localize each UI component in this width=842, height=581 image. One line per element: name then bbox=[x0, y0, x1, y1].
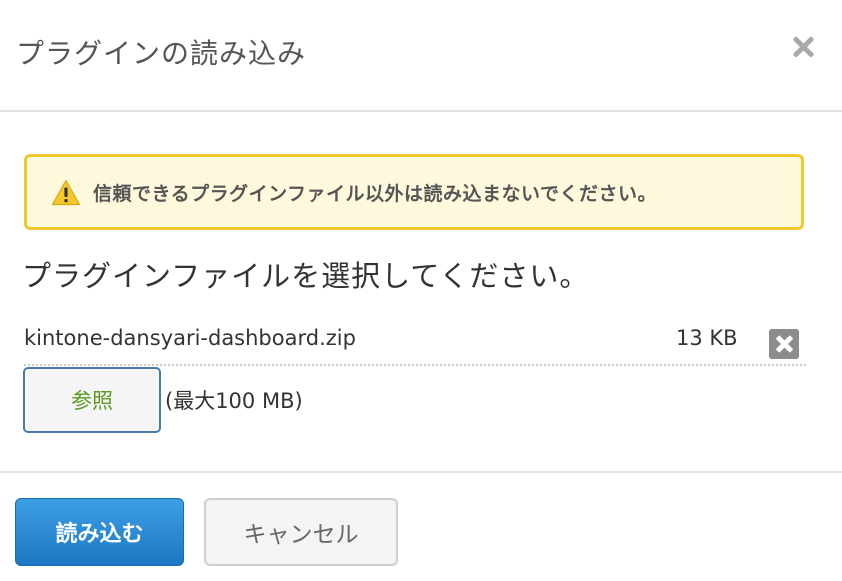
dialog-header: プラグインの読み込み bbox=[0, 0, 842, 112]
uploaded-file-row: kintone-dansyari-dashboard.zip 13 KB bbox=[24, 318, 806, 366]
plugin-import-dialog: プラグインの読み込み 信頼できるプラグインファイル以外は読み込まないでください。… bbox=[0, 0, 842, 581]
warning-banner: 信頼できるプラグインファイル以外は読み込まないでください。 bbox=[24, 154, 804, 230]
warning-triangle-icon bbox=[51, 179, 81, 205]
footer-divider bbox=[0, 471, 842, 473]
select-file-label: プラグインファイルを選択してください。 bbox=[22, 259, 590, 293]
max-size-label: (最大100 MB) bbox=[165, 389, 303, 413]
cancel-button[interactable]: キャンセル bbox=[204, 498, 398, 566]
close-icon[interactable] bbox=[790, 34, 816, 60]
file-name: kintone-dansyari-dashboard.zip bbox=[24, 326, 356, 350]
import-button[interactable]: 読み込む bbox=[15, 498, 184, 566]
remove-file-icon[interactable] bbox=[769, 329, 799, 359]
warning-text: 信頼できるプラグインファイル以外は読み込まないでください。 bbox=[93, 182, 657, 205]
file-size: 13 KB bbox=[676, 326, 738, 350]
dialog-title: プラグインの読み込み bbox=[16, 37, 307, 70]
browse-button[interactable]: 参照 bbox=[23, 367, 161, 433]
